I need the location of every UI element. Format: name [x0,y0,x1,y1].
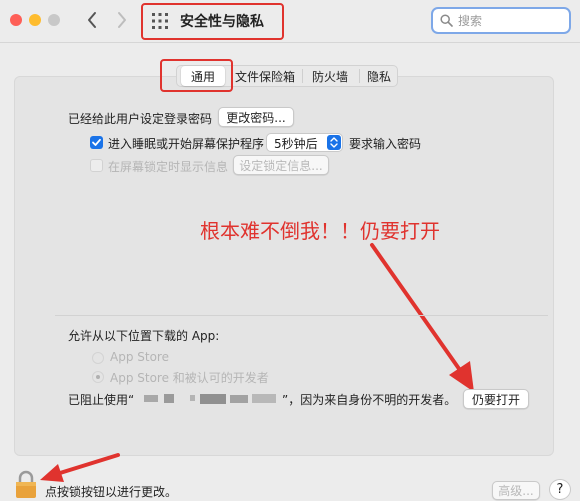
annotation-arrow [40,453,120,482]
advanced-button[interactable]: 高级... [492,481,540,500]
help-label: ? [556,482,564,497]
help-button[interactable]: ? [549,479,571,500]
advanced-label: 高级... [498,484,534,498]
